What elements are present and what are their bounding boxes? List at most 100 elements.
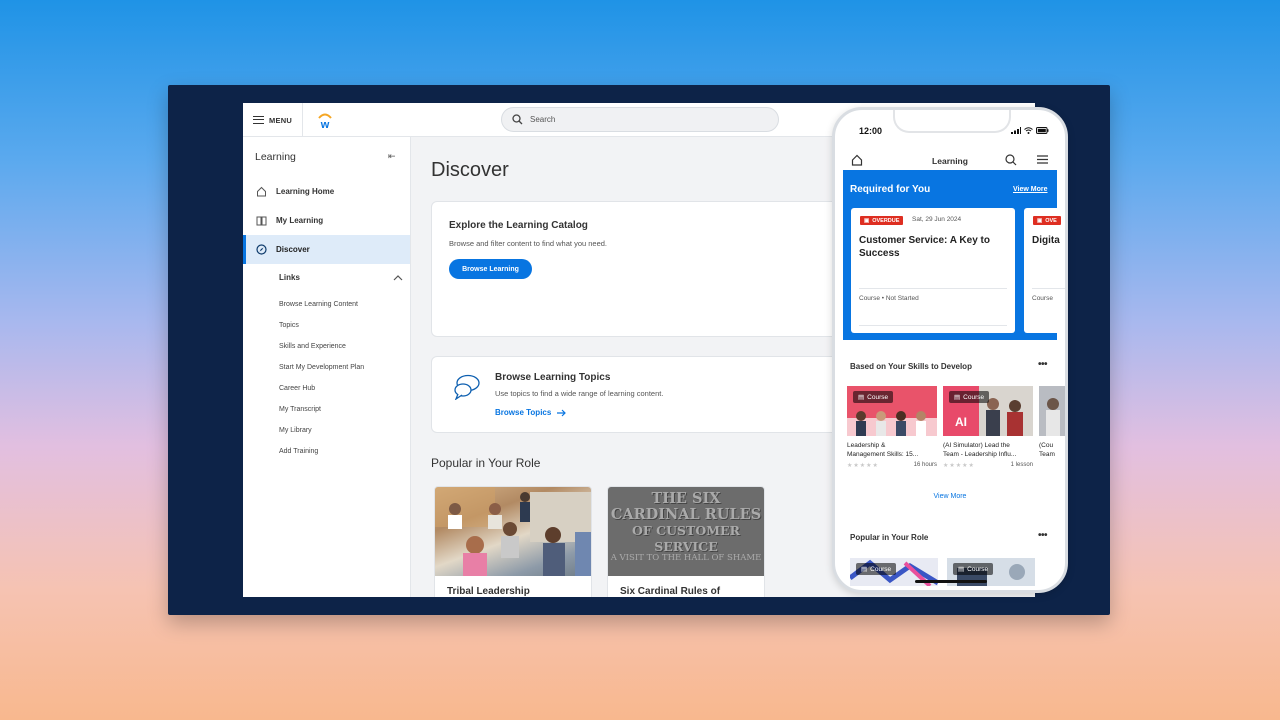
browse-topics-link[interactable]: Browse Topics <box>495 408 567 417</box>
classroom-image <box>435 487 591 576</box>
image-text-line: CARDINAL RULES <box>610 506 762 523</box>
status-bar-time: 12:00 <box>859 126 883 136</box>
browse-topics-label: Browse Topics <box>495 408 552 417</box>
chip-label: Course <box>963 393 985 401</box>
links-section-toggle[interactable]: Links <box>279 273 403 282</box>
catalog-card-title: Explore the Learning Catalog <box>449 220 588 231</box>
image-text-line: THE SIX <box>651 490 721 507</box>
browse-learning-button[interactable]: Browse Learning <box>449 259 532 279</box>
divider <box>1032 288 1065 289</box>
svg-text:AI: AI <box>955 415 967 429</box>
search-icon[interactable] <box>1005 154 1017 166</box>
course-chip: ▤ Course <box>856 563 897 575</box>
skills-view-more-link[interactable]: View More <box>835 493 1065 500</box>
skill-course-card[interactable]: ▤ Course Leadership & Management Skills: … <box>847 386 937 469</box>
due-date: Sat, 29 Jun 2024 <box>912 216 962 223</box>
required-title: Required for You <box>850 184 931 195</box>
course-duration: 16 hours <box>913 462 937 468</box>
course-duration: 1 lesson <box>1010 462 1033 468</box>
course-status: Course <box>1032 295 1053 302</box>
link-career-hub[interactable]: Career Hub <box>279 385 315 392</box>
course-title: Six Cardinal Rules of <box>620 586 721 597</box>
compass-icon <box>256 244 267 255</box>
chip-label: Course <box>967 565 989 573</box>
course-chip: ▤ Course <box>949 391 990 403</box>
required-course-card[interactable]: ▣ OVE Digita Course <box>1024 208 1065 333</box>
rating-stars: ★★★★★ <box>847 463 879 469</box>
hamburger-icon[interactable] <box>1037 155 1048 164</box>
sidebar-item-label: Discover <box>276 245 310 254</box>
battery-icon <box>1036 127 1049 134</box>
badge-label: OVERDUE <box>872 217 900 224</box>
signal-icon <box>1011 127 1021 134</box>
course-type-icon: ▤ <box>858 394 865 401</box>
links-heading: Links <box>279 273 300 282</box>
link-my-transcript[interactable]: My Transcript <box>279 406 321 413</box>
link-browse-learning-content[interactable]: Browse Learning Content <box>279 301 358 308</box>
course-title: Leadership & Management Skills: 15... <box>847 442 919 458</box>
book-icon <box>256 215 267 226</box>
topics-card-title: Browse Learning Topics <box>495 372 611 383</box>
sidebar-item-learning-home[interactable]: Learning Home <box>243 177 410 206</box>
image-text-line: OF CUSTOMER SERVICE <box>632 523 740 554</box>
required-course-card[interactable]: ▣ OVERDUE Sat, 29 Jun 2024 Customer Serv… <box>851 208 1015 333</box>
search-icon <box>512 114 523 125</box>
course-type-icon: ▤ <box>958 566 965 573</box>
chip-label: Course <box>870 565 892 573</box>
link-topics[interactable]: Topics <box>279 322 299 329</box>
more-options-icon[interactable]: ••• <box>1038 530 1048 541</box>
more-options-icon[interactable]: ••• <box>1038 359 1048 370</box>
chevron-up-icon <box>393 274 403 280</box>
course-title: (AI Simulator) Lead the Team - Leadershi… <box>943 442 1017 458</box>
course-chip: ▤ Course <box>953 563 994 575</box>
course-title: Customer Service: A Key to Success <box>859 235 990 259</box>
course-thumbnail <box>1039 386 1065 436</box>
link-skills-and-experience[interactable]: Skills and Experience <box>279 343 346 350</box>
course-title: Tribal Leadership <box>447 586 530 597</box>
wifi-icon <box>1024 127 1033 134</box>
link-my-library[interactable]: My Library <box>279 427 312 434</box>
required-view-more-link[interactable]: View More <box>1013 186 1048 193</box>
mobile-phone-mockup: 12:00 Learning Required for You View Mor… <box>832 107 1068 593</box>
sidebar-item-discover[interactable]: Discover <box>243 235 410 264</box>
link-start-my-development-plan[interactable]: Start My Development Plan <box>279 364 364 371</box>
course-thumbnail: AI ▤ Course <box>943 386 1033 436</box>
course-card-six-cardinal-rules[interactable]: THE SIX CARDINAL RULES OF CUSTOMER SERVI… <box>607 486 765 597</box>
phone-nav-title: Learning <box>932 156 968 166</box>
course-type-icon: ▤ <box>954 394 961 401</box>
divider <box>859 325 1007 326</box>
phone-notch <box>893 110 1011 133</box>
svg-text:w: w <box>320 119 330 129</box>
overdue-badge: ▣ OVE <box>1033 216 1061 225</box>
overdue-badge: ▣ OVERDUE <box>860 216 904 225</box>
page-title: Discover <box>431 159 509 181</box>
skill-course-card[interactable]: AI ▤ Course (AI Simulator) Lead the Team … <box>943 386 1033 469</box>
sidebar: Learning ⇤ Learning Home My Learning Dis… <box>243 137 411 597</box>
course-status: Course • Not Started <box>859 295 919 302</box>
menu-label: MENU <box>269 115 292 125</box>
sidebar-item-my-learning[interactable]: My Learning <box>243 206 410 235</box>
sidebar-item-label: Learning Home <box>276 187 335 196</box>
topics-card-description: Use topics to find a wide range of learn… <box>495 389 664 398</box>
menu-button[interactable]: MENU <box>243 103 303 137</box>
collapse-sidebar-icon[interactable]: ⇤ <box>388 151 396 162</box>
course-title: Digita <box>1032 235 1060 246</box>
home-icon <box>256 186 267 197</box>
status-bar-icons <box>1011 127 1049 134</box>
course-card-tribal-leadership[interactable]: Tribal Leadership <box>434 486 592 597</box>
arrow-right-icon <box>557 409 567 416</box>
course-thumbnail: ▤ Course <box>847 386 937 436</box>
popular-in-role-heading: Popular in Your Role <box>431 456 541 470</box>
link-add-training[interactable]: Add Training <box>279 448 318 455</box>
search-bar[interactable]: Search <box>501 107 779 132</box>
calendar-icon: ▣ <box>1037 217 1043 224</box>
divider <box>859 288 1007 289</box>
skill-course-card[interactable]: (Cou Team <box>1039 386 1065 459</box>
workday-logo-icon[interactable]: w <box>317 111 333 129</box>
course-type-icon: ▤ <box>861 566 868 573</box>
search-placeholder: Search <box>530 115 556 124</box>
learning-catalog-card: Explore the Learning Catalog Browse and … <box>431 201 851 337</box>
chip-label: Course <box>867 393 889 401</box>
six-cardinal-rules-image: THE SIX CARDINAL RULES OF CUSTOMER SERVI… <box>608 487 764 576</box>
catalog-card-description: Browse and filter content to find what y… <box>449 239 608 248</box>
